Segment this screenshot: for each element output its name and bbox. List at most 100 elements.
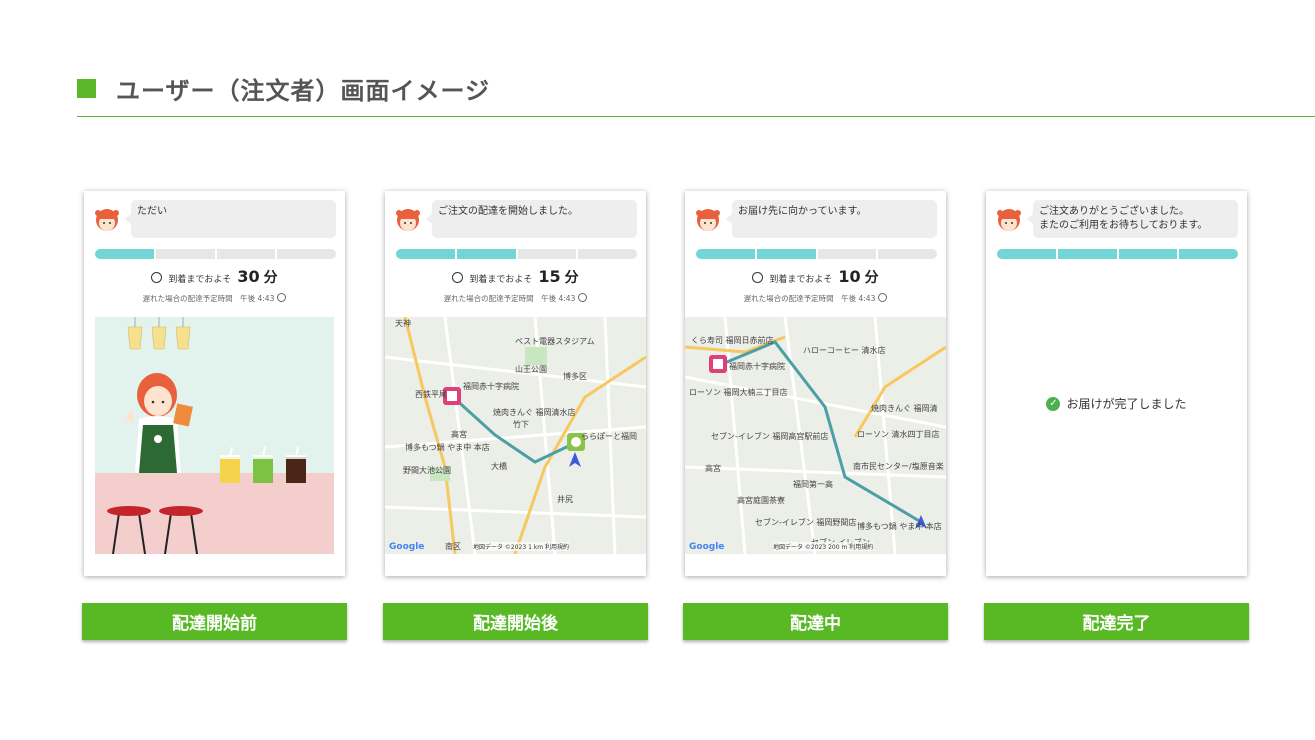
screen-card-delivered: ご注文ありがとうございました。 またのご利用をお待ちしております。 ✓ お届けが… (986, 191, 1247, 576)
info-icon[interactable] (578, 293, 588, 302)
heading-square-icon (77, 78, 96, 98)
progress-segment (578, 249, 637, 259)
check-circle-icon: ✓ (1046, 396, 1061, 411)
map-label[interactable]: セブン-イレブン 福岡高宮駅前店 (711, 431, 828, 441)
page-title: ユーザー（注文者）画面イメージ (116, 76, 491, 105)
heading-divider (77, 116, 1315, 117)
chat-bubble: ご注文の配達を開始しました。 (426, 200, 637, 238)
eta-minutes: 15 (538, 267, 561, 286)
map-canvas[interactable]: 天神 ベスト電器スタジアム 山王公園 博多区 福岡赤十字病院 焼肉きんぐ 福岡清… (385, 317, 646, 554)
delivery-map[interactable]: くら寿司 福岡日赤前店 ハローコーヒー 清水店 福岡赤十字病院 ローソン 福岡大… (685, 317, 946, 554)
progress-segment (456, 249, 516, 259)
map-label[interactable]: 博多もつ鍋 やま中 本店 (857, 521, 942, 531)
progress-segment (878, 249, 937, 259)
progress-segment (997, 249, 1056, 259)
eta-row: 到着までおよそ 10 分 (685, 267, 946, 287)
map-label[interactable]: 山王公園 (515, 364, 547, 374)
map-label[interactable]: 博多区 (563, 371, 587, 381)
map-label[interactable]: ららぽーと福岡 (581, 432, 637, 441)
clock-icon (151, 272, 163, 283)
avatar-icon (396, 209, 420, 231)
eta-label: 到着までおよそ (769, 275, 833, 285)
eta-unit: 分 (263, 270, 278, 286)
stage-button-delivery-started[interactable]: 配達開始後 (383, 603, 648, 640)
map-canvas[interactable]: くら寿司 福岡日赤前店 ハローコーヒー 清水店 福岡赤十字病院 ローソン 福岡大… (685, 317, 946, 554)
map-label[interactable]: 西鉄平尾 (415, 389, 447, 399)
map-google-credit: Google (689, 542, 725, 552)
screen-card-delivering: お届け先に向かっています。 到着までおよそ 10 分 遅れた場合の配達予定時間 … (685, 191, 946, 576)
map-label[interactable]: 焼肉きんぐ 福岡清 (871, 403, 938, 413)
map-label[interactable]: 高宮庭園茶寮 (737, 495, 785, 505)
map-label[interactable]: 南区 (445, 541, 461, 551)
late-note: 遅れた場合の配達予定時間 午後 4:43 (685, 293, 946, 304)
progress-segment (756, 249, 816, 259)
map-footer: 地図データ ©2023 200 m 利用規約 (773, 542, 874, 551)
map-label[interactable]: 井尻 (557, 494, 573, 504)
map-label[interactable]: 竹下 (513, 419, 529, 429)
screen-card-delivery-started: ご注文の配達を開始しました。 到着までおよそ 15 分 遅れた場合の配達予定時間… (385, 191, 646, 576)
delivery-complete-text: お届けが完了しました (1066, 397, 1187, 411)
map-label[interactable]: くら寿司 福岡日赤前店 (691, 335, 774, 345)
map-google-credit: Google (389, 542, 425, 552)
avatar-icon (95, 209, 119, 231)
chat-bubble: ご注文ありがとうございました。 またのご利用をお待ちしております。 (1027, 200, 1238, 238)
eta-minutes: 10 (838, 267, 861, 286)
avatar-icon (997, 209, 1021, 231)
progress-segment (1118, 249, 1178, 259)
map-label[interactable]: 福岡赤十字病院 (463, 381, 519, 391)
map-label[interactable]: ベスト電器スタジアム (515, 337, 595, 346)
eta-minutes: 30 (237, 267, 260, 286)
map-label[interactable]: セブン-イレブン 福岡野間店 (755, 517, 856, 527)
stage-button-delivering[interactable]: 配達中 (683, 603, 948, 640)
map-label[interactable]: 焼肉きんぐ 福岡清水店 (493, 407, 576, 417)
map-label[interactable]: 福岡赤十字病院 (729, 361, 785, 371)
progress-segment (1179, 249, 1238, 259)
shop-illustration (95, 317, 334, 554)
delivery-map[interactable]: 天神 ベスト電器スタジアム 山王公園 博多区 福岡赤十字病院 焼肉きんぐ 福岡清… (385, 317, 646, 554)
delivery-complete-message: ✓ お届けが完了しました (986, 395, 1247, 412)
delivery-progress-bar (696, 249, 937, 259)
late-note: 遅れた場合の配達予定時間 午後 4:43 (385, 293, 646, 304)
progress-segment (1057, 249, 1117, 259)
map-label[interactable]: 大橋 (491, 461, 507, 471)
map-footer: 地図データ ©2023 1 km 利用規約 (473, 542, 570, 551)
map-label[interactable]: 野間大池公園 (403, 465, 451, 475)
delivery-progress-bar (997, 249, 1238, 259)
map-label[interactable]: 博多もつ鍋 やま中 本店 (405, 442, 490, 452)
section-heading: ユーザー（注文者）画面イメージ (77, 70, 490, 106)
map-label[interactable]: ハローコーヒー 清水店 (803, 345, 886, 355)
eta-unit: 分 (864, 270, 879, 286)
eta-unit: 分 (564, 270, 579, 286)
eta-label: 到着までおよそ (168, 275, 232, 285)
late-note: 遅れた場合の配達予定時間 午後 4:43 (84, 293, 345, 304)
map-label[interactable]: 南市民センター/塩原音楽・演劇練習場 (853, 461, 946, 471)
map-label[interactable]: ローソン 福岡大楠三丁目店 (689, 387, 788, 397)
avatar-icon (696, 209, 720, 231)
progress-segment (95, 249, 154, 259)
delivery-progress-bar (396, 249, 637, 259)
map-label[interactable]: 高宮 (705, 463, 721, 473)
delivery-progress-bar (95, 249, 336, 259)
progress-segment (696, 249, 755, 259)
info-icon[interactable] (277, 293, 287, 302)
progress-segment (517, 249, 577, 259)
map-label[interactable]: 天神 (395, 318, 411, 328)
eta-label: 到着までおよそ (469, 275, 533, 285)
map-label[interactable]: 福岡第一高 (793, 479, 833, 489)
info-icon[interactable] (878, 293, 888, 302)
clock-icon (752, 272, 764, 283)
stage-button-before-delivery[interactable]: 配達開始前 (82, 603, 347, 640)
eta-row: 到着までおよそ 30 分 (84, 267, 345, 287)
clock-icon (452, 272, 464, 283)
progress-segment (216, 249, 276, 259)
progress-segment (155, 249, 215, 259)
map-label[interactable]: 高宮 (451, 429, 467, 439)
stage-button-delivered[interactable]: 配達完了 (984, 603, 1249, 640)
chat-bubble: ただい (125, 200, 336, 238)
chat-bubble: お届け先に向かっています。 (726, 200, 937, 238)
progress-segment (396, 249, 455, 259)
progress-segment (277, 249, 336, 259)
progress-segment (817, 249, 877, 259)
eta-row: 到着までおよそ 15 分 (385, 267, 646, 287)
map-label[interactable]: ローソン 清水四丁目店 (857, 429, 940, 439)
